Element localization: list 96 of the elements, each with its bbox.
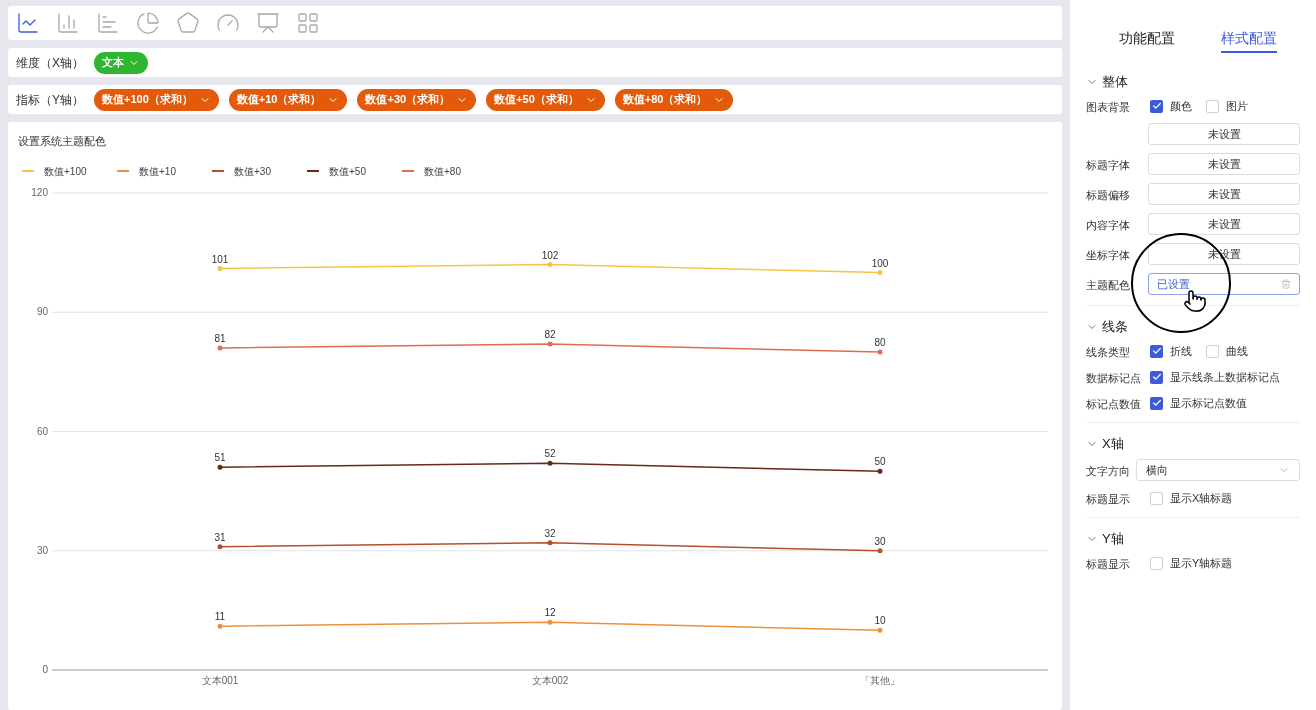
setting-button[interactable]: 未设置 (1148, 153, 1300, 175)
checkbox[interactable] (1206, 344, 1219, 358)
legend-label: 数值+100 (44, 164, 87, 179)
data-label: 52 (544, 447, 556, 459)
checkbox[interactable] (1150, 370, 1163, 384)
y-axis-label: 0 (42, 663, 48, 675)
checkbox[interactable] (1150, 344, 1163, 358)
chart-title: 设置系统主题配色 (17, 134, 107, 149)
metric-label: 指标（Y轴） (16, 91, 84, 109)
panel-tab[interactable]: 功能配置 (1119, 28, 1175, 53)
data-point (547, 460, 553, 466)
hand-cursor-icon (1183, 289, 1207, 313)
data-label: 51 (214, 451, 226, 463)
field-label: 文字方向 (1086, 465, 1130, 477)
x-axis-label: 文本001 (201, 674, 239, 686)
chart-type-icon[interactable] (136, 11, 160, 35)
chart-type-icon[interactable] (16, 11, 40, 35)
metric-chip[interactable]: 数值+10（求和） (228, 88, 348, 111)
data-point (217, 464, 223, 470)
data-point (547, 539, 553, 545)
data-point (217, 265, 223, 271)
checkbox-label: 颜色 (1170, 98, 1192, 114)
checkbox-label: 显示X轴标题 (1170, 490, 1233, 506)
setting-button[interactable]: 未设置 (1148, 213, 1300, 235)
direction-select[interactable]: 横向 (1136, 459, 1300, 481)
y-axis-label: 30 (36, 544, 48, 556)
data-point (877, 269, 883, 275)
checkbox-label: 图片 (1226, 98, 1248, 114)
y-axis-label: 60 (36, 425, 48, 436)
data-label: 101 (211, 253, 229, 264)
field-label: 标题字体 (1086, 159, 1130, 171)
data-label: 32 (544, 527, 556, 539)
checkbox-label: 显示Y轴标题 (1170, 555, 1233, 571)
field-label: 线条类型 (1086, 346, 1130, 358)
data-point (877, 349, 883, 354)
legend-label: 数值+50 (329, 164, 366, 179)
data-label: 82 (544, 328, 556, 340)
legend-label: 数值+80 (424, 164, 461, 179)
checkbox-label: 折线 (1170, 343, 1192, 359)
data-point (877, 468, 883, 474)
section-header[interactable]: 线条 (1086, 316, 1128, 338)
field-label: 坐标字体 (1086, 249, 1130, 261)
data-label: 102 (541, 249, 559, 261)
field-label: 标题偏移 (1086, 189, 1130, 201)
data-point (217, 623, 223, 629)
checkbox[interactable] (1150, 556, 1163, 570)
trash-icon[interactable] (1281, 279, 1291, 289)
data-label: 10 (874, 614, 886, 626)
x-axis-label: 文本002 (531, 674, 569, 686)
data-label: 30 (874, 535, 886, 547)
field-label: 主题配色 (1086, 279, 1130, 291)
data-point (217, 543, 223, 549)
field-label: 数据标记点 (1086, 372, 1141, 384)
checkbox[interactable] (1150, 99, 1163, 113)
chart-type-icon[interactable] (176, 11, 200, 35)
setting-button[interactable]: 未设置 (1148, 183, 1300, 205)
data-point (547, 341, 553, 347)
data-label: 12 (544, 606, 556, 618)
data-point (877, 547, 883, 553)
data-point (547, 261, 553, 267)
legend-label: 数值+30 (234, 164, 271, 179)
field-label: 标题显示 (1086, 558, 1130, 570)
section-header[interactable]: 整体 (1086, 71, 1128, 93)
field-label: 标题显示 (1086, 493, 1130, 505)
data-label: 81 (214, 332, 226, 344)
section-header[interactable]: Y轴 (1086, 528, 1124, 550)
field-label: 图表背景 (1086, 101, 1130, 113)
y-axis-label: 90 (36, 305, 48, 317)
checkbox-label: 显示标记点数值 (1170, 395, 1247, 411)
checkbox[interactable] (1206, 99, 1219, 113)
data-point (217, 345, 223, 351)
metric-chip[interactable]: 数值+50（求和） (486, 88, 605, 111)
data-point (547, 619, 553, 625)
setting-button[interactable]: 未设置 (1148, 123, 1300, 145)
metric-chip[interactable]: 数值+80（求和） (614, 88, 734, 111)
field-label: 标记点数值 (1086, 398, 1141, 410)
checkbox[interactable] (1150, 491, 1163, 505)
y-axis-label: 120 (31, 186, 48, 198)
checkbox-label: 显示线条上数据标记点 (1170, 369, 1280, 385)
dimension-label: 维度（X轴） (16, 54, 84, 72)
checkbox[interactable] (1150, 396, 1163, 410)
data-label: 31 (214, 531, 226, 543)
metric-chip[interactable]: 数值+30（求和） (357, 88, 477, 111)
data-point (877, 627, 883, 633)
data-label: 100 (871, 257, 889, 268)
data-label: 50 (874, 455, 886, 467)
setting-button[interactable]: 已设置 (1148, 273, 1300, 295)
x-axis-label: 「其他」 (860, 674, 900, 686)
metric-chip[interactable]: 数值+100（求和） (94, 88, 219, 111)
data-label: 11 (214, 610, 226, 622)
section-header[interactable]: X轴 (1086, 433, 1124, 455)
checkbox-label: 曲线 (1226, 343, 1248, 359)
field-label: 内容字体 (1086, 219, 1130, 231)
panel-tab[interactable]: 样式配置 (1221, 28, 1277, 53)
legend-label: 数值+10 (139, 164, 176, 179)
data-label: 80 (874, 336, 886, 348)
